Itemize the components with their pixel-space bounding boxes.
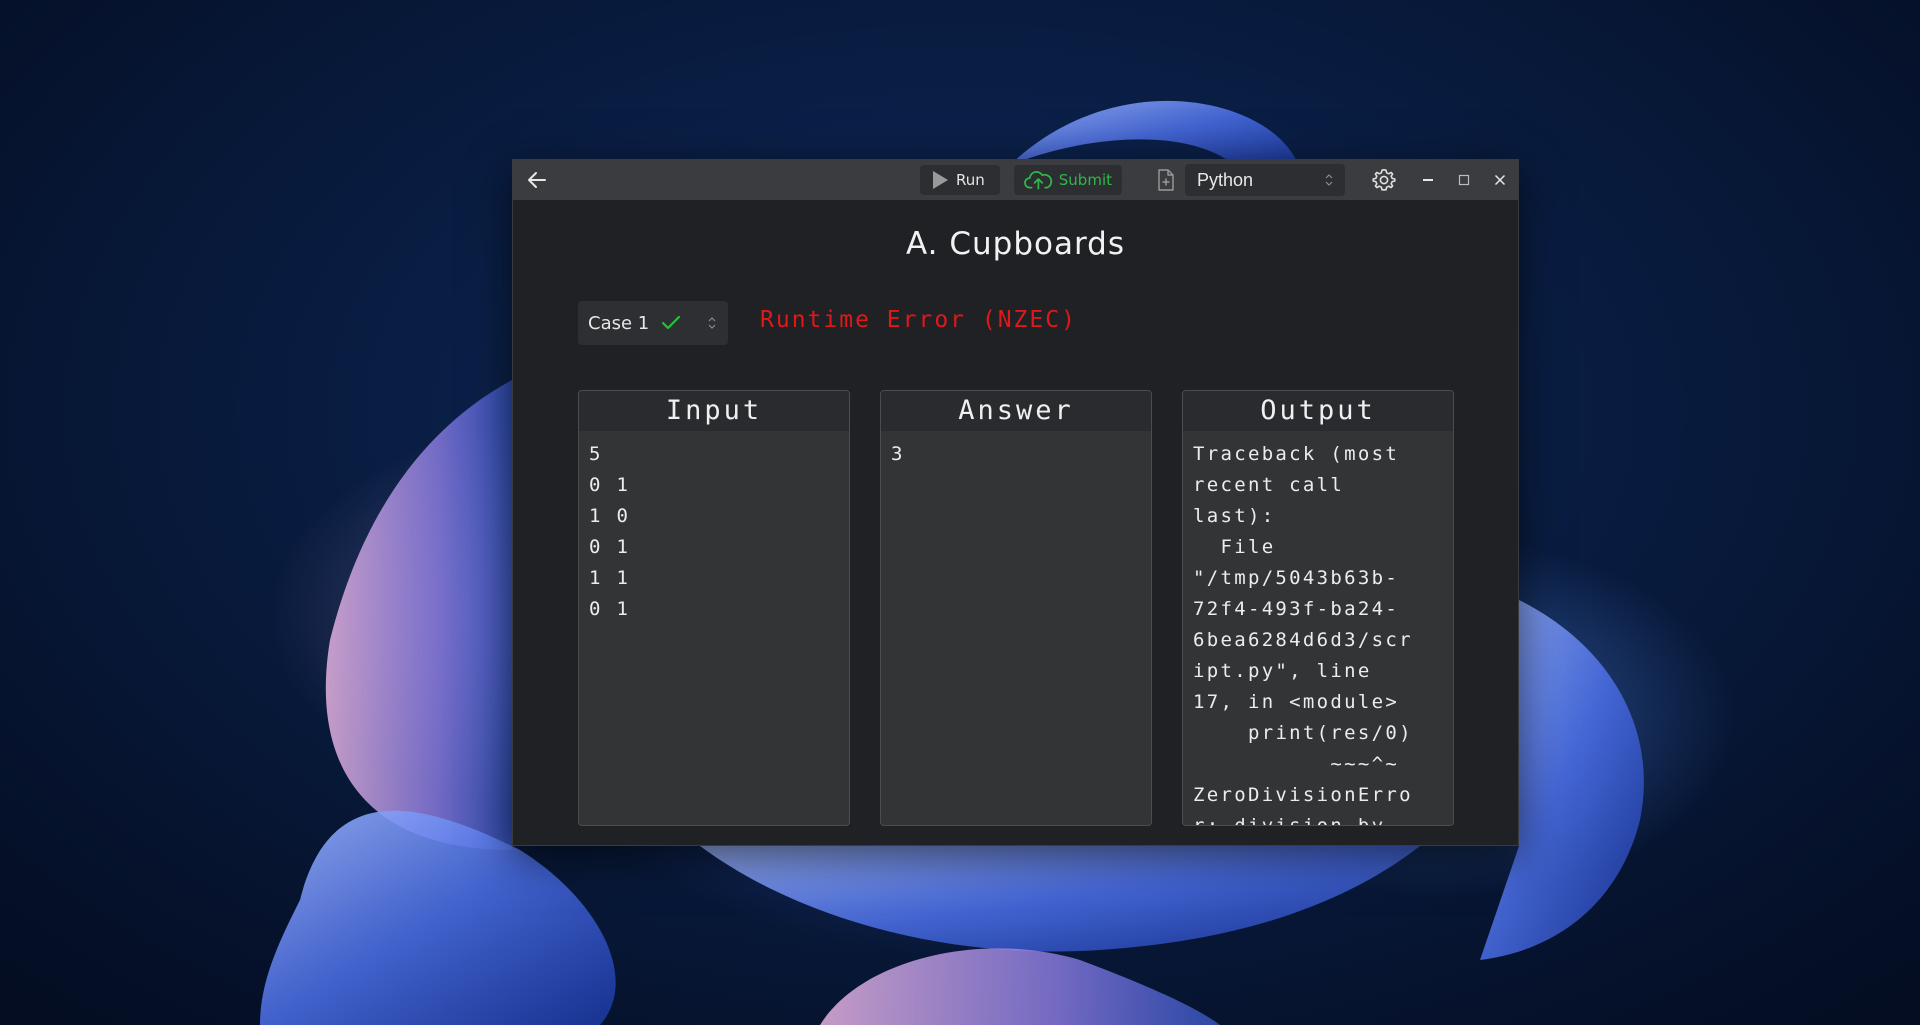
language-select[interactable]: Python	[1185, 164, 1345, 196]
answer-panel: Answer 3	[880, 390, 1152, 826]
submit-button[interactable]: Submit	[1014, 165, 1122, 195]
output-panel: Output Traceback (most recent call last)…	[1182, 390, 1454, 826]
app-window: Run Submit Python A. Cupboards Case 1 Ru…	[512, 159, 1519, 846]
run-label: Run	[956, 171, 985, 189]
arrow-left-icon	[528, 172, 546, 188]
minimize-icon	[1423, 179, 1433, 181]
close-icon	[1494, 174, 1506, 186]
answer-content[interactable]: 3	[881, 431, 1151, 470]
answer-heading: Answer	[881, 391, 1151, 431]
input-panel: Input 5 0 1 1 0 0 1 1 1 0 1	[578, 390, 850, 826]
input-heading: Input	[579, 391, 849, 431]
chevron-updown-icon	[708, 317, 716, 329]
minimize-button[interactable]	[1412, 164, 1444, 196]
chevron-updown-icon	[1325, 174, 1333, 186]
output-heading: Output	[1183, 391, 1453, 431]
problem-title: A. Cupboards	[905, 226, 1125, 262]
output-content[interactable]: Traceback (most recent call last): File …	[1183, 431, 1453, 825]
verdict-status: Runtime Error (NZEC)	[760, 307, 1077, 333]
run-button[interactable]: Run	[920, 165, 1000, 195]
submit-label: Submit	[1058, 171, 1112, 189]
checkmark-icon	[662, 315, 681, 330]
input-content[interactable]: 5 0 1 1 0 0 1 1 1 0 1	[579, 431, 849, 625]
play-icon	[933, 171, 948, 189]
maximize-icon	[1458, 174, 1470, 186]
gear-icon[interactable]	[1372, 168, 1396, 192]
maximize-button[interactable]	[1448, 164, 1480, 196]
back-button[interactable]	[525, 168, 549, 192]
new-file-icon[interactable]	[1155, 168, 1177, 192]
title-bar: Run Submit Python	[513, 160, 1518, 200]
cloud-upload-icon	[1024, 171, 1053, 190]
close-button[interactable]	[1484, 164, 1516, 196]
test-case-select[interactable]: Case 1	[578, 301, 728, 345]
language-value: Python	[1197, 169, 1254, 190]
test-case-value: Case 1	[588, 312, 650, 334]
